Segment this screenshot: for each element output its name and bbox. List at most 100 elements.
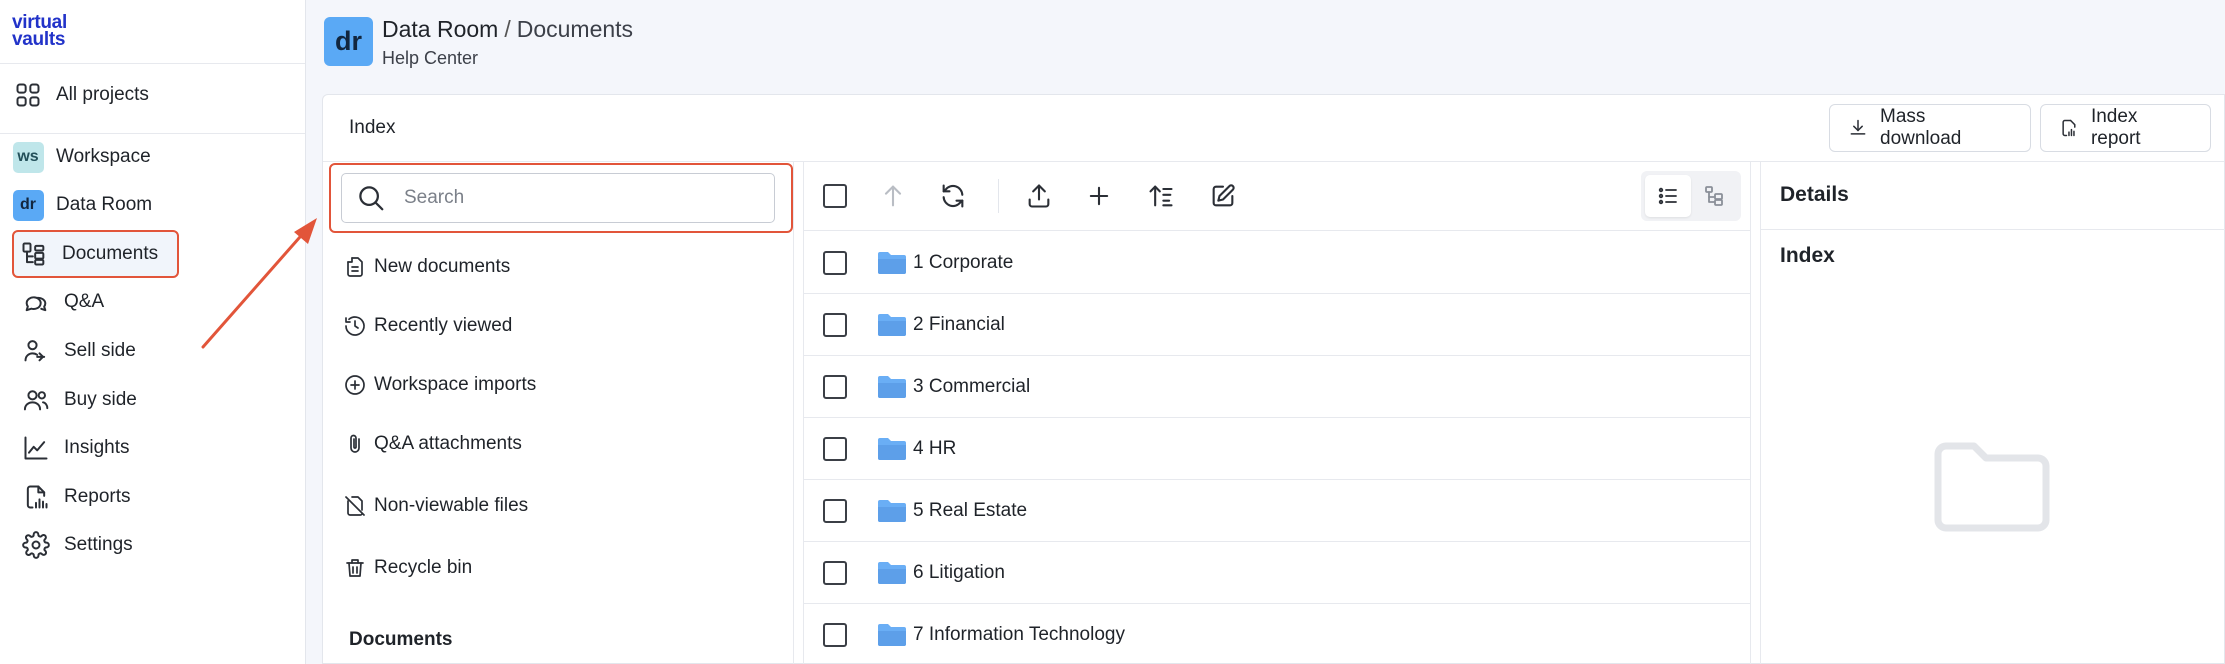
select-all-checkbox[interactable] — [823, 184, 847, 208]
index-item-label: Recycle bin — [374, 557, 473, 578]
arrow-up-icon — [884, 185, 902, 207]
chat-bubbles-icon — [20, 286, 52, 318]
table-row[interactable]: 3 Commercial — [803, 356, 1750, 418]
details-divider — [1760, 229, 2225, 230]
toolbar-divider — [998, 179, 999, 213]
sidebar-item-label: Reports — [64, 486, 131, 507]
sidebar-item-buy-side[interactable]: Buy side — [20, 379, 137, 421]
row-checkbox[interactable] — [823, 560, 847, 585]
gear-icon — [20, 529, 52, 561]
index-item-label: Workspace imports — [374, 374, 537, 395]
sidebar-item-settings[interactable]: Settings — [20, 524, 133, 566]
panel-divider — [1750, 161, 1751, 664]
users-sell-icon — [20, 335, 52, 367]
folder-name: 5 Real Estate — [913, 499, 1028, 521]
breadcrumb-current: Documents — [516, 16, 634, 42]
folder-icon — [878, 437, 906, 460]
list-view-button[interactable] — [1645, 175, 1691, 217]
file-list-panel: 1 Corporate 2 Financial 3 Commercial 4 H… — [803, 161, 1750, 664]
refresh-button[interactable] — [933, 176, 973, 216]
folder-name: 4 HR — [913, 437, 957, 459]
tree-view-button[interactable] — [1691, 175, 1737, 217]
page-subtitle: Help Center — [382, 48, 479, 68]
folder-icon — [878, 561, 906, 584]
no-file-icon — [345, 496, 365, 516]
index-section-documents[interactable]: Documents — [349, 629, 452, 651]
sidebar-item-label: Settings — [64, 534, 133, 555]
breadcrumb-project[interactable]: Data Room — [382, 16, 498, 42]
table-row[interactable]: 6 Litigation — [803, 542, 1750, 604]
folder-name: 6 Litigation — [913, 561, 1005, 583]
download-icon — [1850, 119, 1866, 135]
sidebar-item-sell-side[interactable]: Sell side — [20, 330, 136, 372]
search-highlight — [329, 163, 793, 233]
empty-folder-icon — [1934, 442, 2050, 532]
folder-icon — [878, 623, 906, 646]
sidebar: virtual vaults All projects ws Workspace… — [0, 0, 306, 664]
upload-icon — [1028, 184, 1050, 208]
row-checkbox[interactable] — [823, 622, 847, 647]
index-report-button[interactable]: Index report — [2040, 104, 2211, 152]
search-icon — [359, 186, 384, 211]
mass-download-button[interactable]: Mass download — [1829, 104, 2031, 152]
go-up-button[interactable] — [873, 176, 913, 216]
table-row[interactable]: 5 Real Estate — [803, 480, 1750, 542]
row-checkbox[interactable] — [823, 436, 847, 461]
folder-name: 3 Commercial — [913, 375, 1031, 397]
index-item-qa-attachments[interactable]: Q&A attachments — [343, 428, 522, 460]
trend-chart-icon — [20, 432, 52, 464]
folder-name: 7 Information Technology — [913, 623, 1125, 645]
sidebar-item-data-room[interactable]: dr Data Room — [12, 184, 152, 226]
table-row[interactable]: 1 Corporate — [803, 232, 1750, 294]
index-item-workspace-imports[interactable]: Workspace imports — [343, 369, 536, 401]
sidebar-item-insights[interactable]: Insights — [20, 427, 129, 469]
row-checkbox[interactable] — [823, 374, 847, 399]
index-report-label: Index report — [2090, 106, 2141, 149]
upload-button[interactable] — [1019, 176, 1059, 216]
folder-icon — [878, 251, 906, 274]
sort-button[interactable] — [1141, 176, 1181, 216]
brand-logo[interactable]: virtual vaults — [12, 13, 82, 50]
documents-card: Index Mass download Index report New doc… — [322, 94, 2225, 664]
index-item-label: Recently viewed — [374, 315, 513, 336]
report-doc-icon — [2062, 119, 2076, 137]
grid-icon — [12, 79, 44, 111]
row-checkbox[interactable] — [823, 312, 847, 337]
workspace-badge: ws — [12, 141, 44, 173]
sidebar-item-all-projects[interactable]: All projects — [12, 74, 149, 116]
folder-name: 2 Financial — [913, 313, 1005, 335]
sidebar-item-label: Documents — [62, 243, 159, 264]
index-item-non-viewable-files[interactable]: Non-viewable files — [343, 490, 528, 522]
data-room-badge: dr — [12, 189, 44, 221]
index-item-label: New documents — [374, 256, 511, 277]
search-box[interactable] — [341, 173, 775, 223]
index-item-recently-viewed[interactable]: Recently viewed — [343, 310, 512, 342]
index-item-recycle-bin[interactable]: Recycle bin — [343, 552, 472, 584]
index-item-label: Q&A attachments — [374, 433, 522, 454]
paperclip-icon — [350, 434, 360, 453]
folder-icon — [878, 375, 906, 398]
table-row[interactable]: 4 HR — [803, 418, 1750, 480]
sidebar-item-reports[interactable]: Reports — [20, 476, 131, 518]
sidebar-item-workspace[interactable]: ws Workspace — [12, 136, 151, 178]
sidebar-item-qa[interactable]: Q&A — [20, 281, 104, 323]
select-all-checkbox-wrap[interactable] — [815, 176, 855, 216]
trash-icon — [346, 559, 364, 577]
edit-button[interactable] — [1203, 176, 1243, 216]
index-panel: New documents Recently viewed Workspace … — [323, 161, 793, 664]
details-panel: Details Index — [1760, 161, 2225, 664]
add-button[interactable] — [1079, 176, 1119, 216]
sidebar-item-label: Q&A — [64, 291, 105, 312]
index-item-new-documents[interactable]: New documents — [343, 251, 510, 283]
row-checkbox[interactable] — [823, 498, 847, 523]
sidebar-item-documents[interactable]: Documents — [12, 230, 179, 278]
sidebar-item-label: Data Room — [56, 194, 153, 215]
documents-tree-icon — [18, 238, 50, 270]
search-input[interactable] — [404, 187, 744, 209]
list-view-icon — [1658, 187, 1677, 205]
row-checkbox[interactable] — [823, 250, 847, 275]
sidebar-item-label: Buy side — [64, 389, 137, 410]
users-buy-icon — [20, 384, 52, 416]
table-row[interactable]: 2 Financial — [803, 294, 1750, 356]
table-row[interactable]: 7 Information Technology — [803, 604, 1750, 664]
